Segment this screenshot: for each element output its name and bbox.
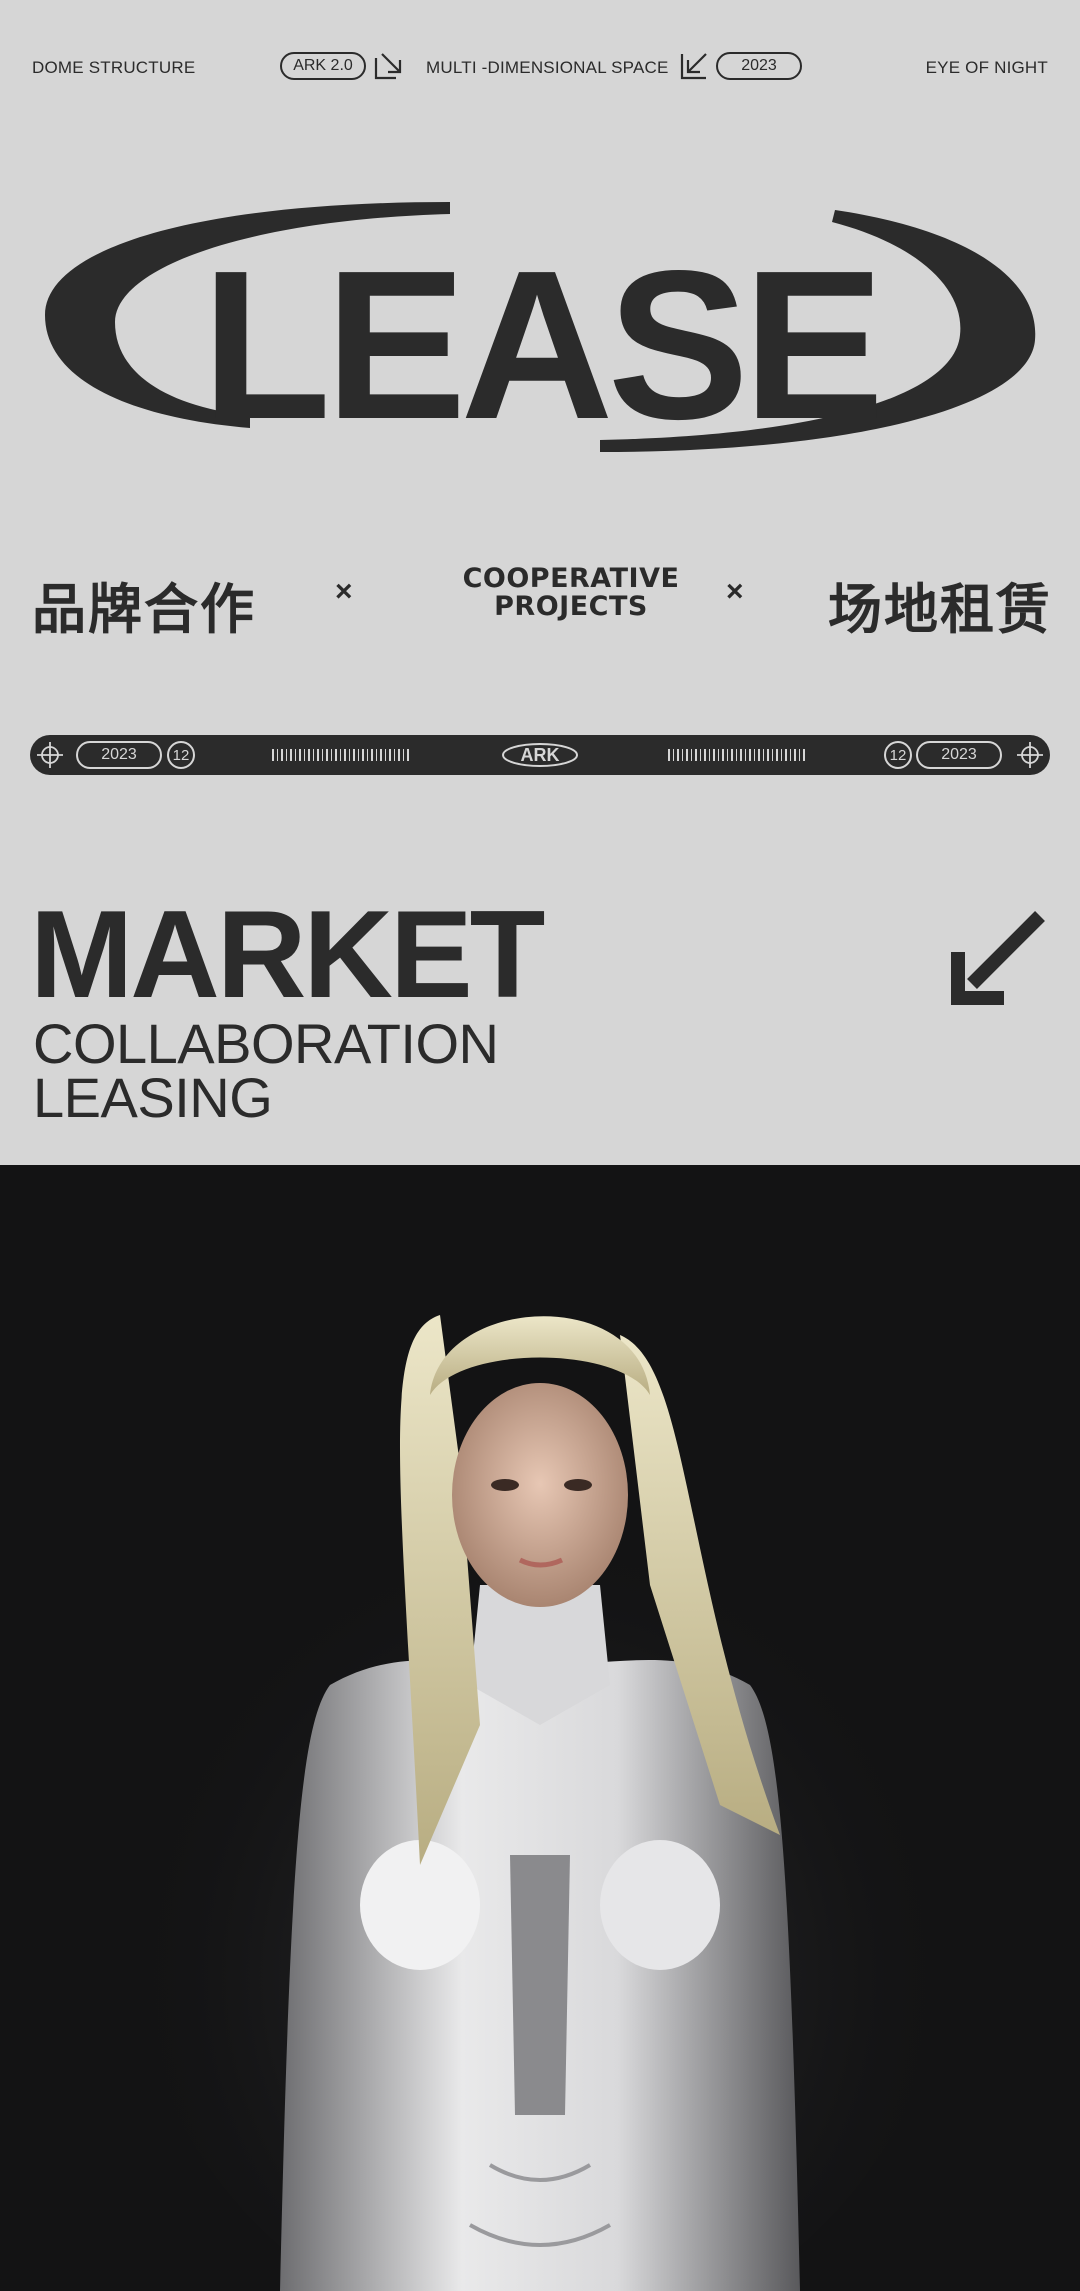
barcode-left <box>272 749 409 761</box>
lease-logo: LEASE <box>45 202 1036 460</box>
strip-number-left: 12 <box>167 741 195 769</box>
strip-year-right: 2023 <box>916 741 1002 769</box>
times-separator: × <box>335 575 353 608</box>
collaboration-line: COLLABORATION <box>33 1012 499 1075</box>
lease-title: LEASE <box>202 226 879 460</box>
market-subtitle: COLLABORATION LEASING <box>33 1012 499 1129</box>
cooperation-band: 品牌合作 × COOPERATIVE PROJECTS × 场地租赁 <box>32 555 1052 642</box>
strip-year-left: 2023 <box>76 741 162 769</box>
header-middle-text: MULTI -DIMENSIONAL SPACE <box>426 58 669 77</box>
venue-leasing-cn: 场地租赁 <box>828 578 1052 641</box>
hero-photo <box>0 1165 1080 2291</box>
crosshair-icon <box>1017 742 1043 768</box>
year-pill: 2023 <box>716 52 802 80</box>
header-left-text: DOME STRUCTURE <box>32 58 196 77</box>
ark-logo-text: ARK <box>521 745 560 765</box>
strip-number-right: 12 <box>884 741 912 769</box>
big-arrow-down-left-icon <box>951 911 1045 1005</box>
coop-line-2: PROJECTS <box>494 591 648 622</box>
top-bar: DOME STRUCTURE ARK 2.0 MULTI -DIMENSIONA… <box>32 52 1048 82</box>
leasing-line: LEASING <box>33 1066 273 1129</box>
arrow-down-left-icon <box>680 53 707 80</box>
market-title: MARKET <box>30 886 545 1024</box>
ark-logo: ARK <box>502 743 578 767</box>
cyborg-figure <box>0 1165 1080 2291</box>
brand-cooperation-cn: 品牌合作 <box>32 578 256 641</box>
arrow-down-right-icon <box>374 53 402 80</box>
info-strip: 2023 12 ARK 12 2023 <box>30 735 1050 775</box>
version-pill: ARK 2.0 <box>280 52 366 80</box>
crosshair-icon <box>37 742 63 768</box>
coop-line-1: COOPERATIVE <box>462 563 680 594</box>
header-right-text: EYE OF NIGHT <box>925 58 1048 77</box>
barcode-right <box>668 749 805 761</box>
times-separator: × <box>726 575 744 608</box>
cooperative-projects: COOPERATIVE PROJECTS <box>426 565 716 621</box>
